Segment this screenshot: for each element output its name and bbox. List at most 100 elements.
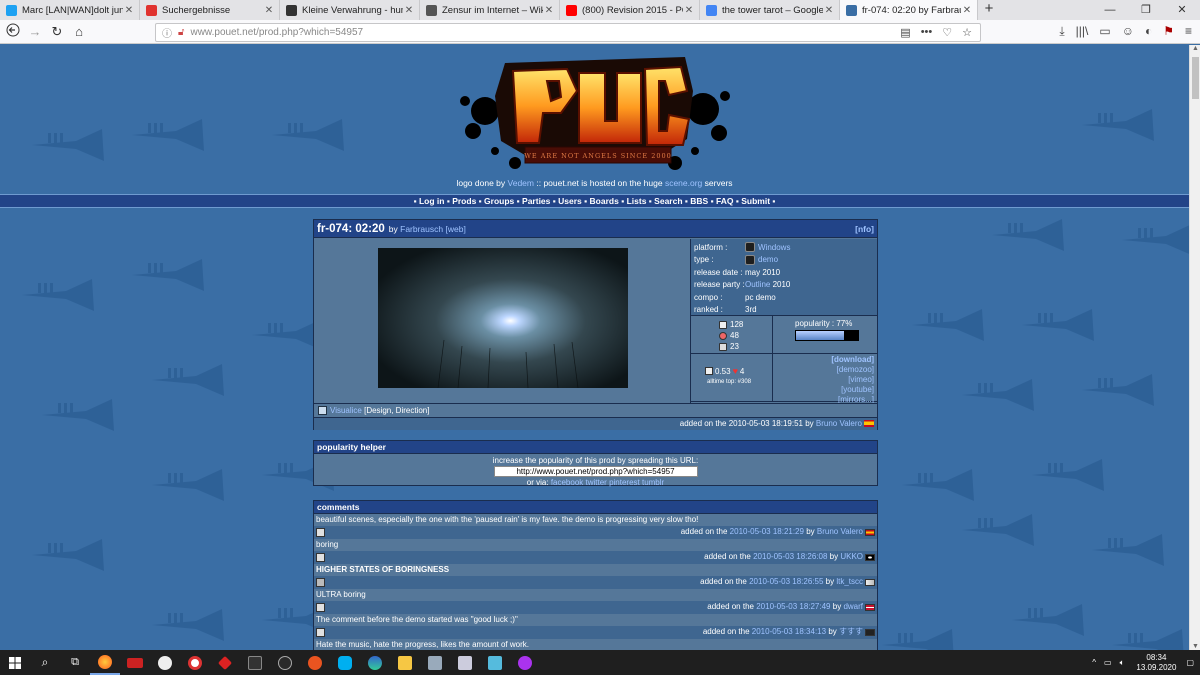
sidebar-icon[interactable]: ▭ [1099,24,1110,39]
app-icon-8[interactable] [420,650,450,675]
app-icon-5[interactable] [240,650,270,675]
notifications-icon[interactable]: ▢ [1186,658,1194,667]
minimize-button[interactable]: — [1092,0,1128,20]
browser-tab[interactable]: fr-074: 02:20 by Farbrausch :: pc✕ [840,0,978,20]
clock[interactable]: 08:34 13.09.2020 [1136,653,1176,673]
comment-user-link[interactable]: dwarf [843,602,863,611]
firefox-taskbar-icon[interactable] [90,650,120,675]
app-icon-7[interactable] [300,650,330,675]
menu-item[interactable]: Users [558,196,582,206]
comment-user-link[interactable]: UKKO [840,552,863,561]
app-icon-9[interactable] [450,650,480,675]
app-icon-1[interactable] [120,650,150,675]
page-scrollbar[interactable]: ▲ ▼ [1189,45,1200,650]
tab-close-icon[interactable]: ✕ [403,5,415,16]
address-bar[interactable]: ⓘ 🔓︎ www.pouet.net/prod.php?which=54957 … [155,23,981,42]
page-actions-button[interactable]: ••• [921,26,933,39]
app-icon-10[interactable] [480,650,510,675]
network-icon[interactable]: ▭ [1104,658,1112,667]
download-link[interactable]: [download] [831,355,874,364]
tab-close-icon[interactable]: ✕ [123,5,135,16]
menu-item[interactable]: Lists [627,196,647,206]
share-links[interactable]: facebook twitter pinterest tumblr [551,478,664,487]
home-icon[interactable]: ⌂ [68,24,90,39]
menu-icon[interactable]: ≡ [1185,24,1192,39]
host-link[interactable]: scene.org [665,178,702,188]
menu-item[interactable]: Groups [484,196,514,206]
menu-item[interactable]: Search [654,196,682,206]
mirror-link[interactable]: [vimeo] [848,375,874,384]
insecure-lock-icon[interactable]: 🔓︎ [178,27,184,38]
volume-icon[interactable]: 🔈︎ [1120,658,1125,668]
comment-date-link[interactable]: 2010-05-03 18:21:29 [730,527,804,536]
tray-overflow-icon[interactable]: ^ [1092,658,1096,667]
group-web-link[interactable]: [web] [446,224,466,234]
extension-icon[interactable]: ◐ [1145,24,1152,39]
prod-screenshot[interactable] [378,248,628,388]
pocket-icon[interactable]: ♡ [942,26,952,39]
new-tab-button[interactable]: + [978,0,1000,20]
reader-view-icon[interactable]: ▤ [900,26,910,39]
skype-icon[interactable] [330,650,360,675]
site-info-icon[interactable]: ⓘ [162,25,172,40]
comment-date-link[interactable]: 2010-05-03 18:26:08 [753,552,827,561]
comment-user-link[interactable]: すすす [839,627,863,636]
search-icon[interactable]: ⌕ [30,650,60,675]
pouet-logo[interactable]: WE ARE NOT ANGELS SINCE 2000 [455,51,733,177]
share-url-field[interactable]: http://www.pouet.net/prod.php?which=5495… [493,466,698,477]
bookmark-star-icon[interactable]: ☆ [962,26,972,39]
scroll-down-icon[interactable]: ▼ [1190,643,1200,650]
app-icon-3[interactable] [180,650,210,675]
app-icon-2[interactable] [150,650,180,675]
menu-item[interactable]: BBS [690,196,708,206]
app-icon-6[interactable] [270,650,300,675]
browser-tab[interactable]: the tower tarot – Google Suche✕ [700,0,840,20]
comment-user-link[interactable]: Bruno Valero [817,527,863,536]
library-icon[interactable]: |||\ [1076,24,1089,39]
mirror-link[interactable]: [demozoo] [837,365,874,374]
menu-item[interactable]: Prods [452,196,476,206]
menu-item[interactable]: Parties [522,196,550,206]
group-link[interactable]: Farbrausch [400,224,443,234]
maximize-button[interactable]: ❐ [1128,0,1164,20]
comment-date-link[interactable]: 2010-05-03 18:26:55 [749,577,823,586]
back-button[interactable] [2,23,24,40]
scroll-thumb[interactable] [1192,57,1199,99]
tab-close-icon[interactable]: ✕ [683,5,695,16]
downloads-icon[interactable]: ⤓ [1059,24,1064,39]
menu-item[interactable]: Boards [590,196,619,206]
browser-tab[interactable]: Kleine Verwahrung - humanrig✕ [280,0,420,20]
comment-date-link[interactable]: 2010-05-03 18:34:13 [752,627,826,636]
scroll-up-icon[interactable]: ▲ [1190,45,1200,52]
app-icon-4[interactable] [210,650,240,675]
close-window-button[interactable]: ✕ [1164,0,1200,20]
browser-tab[interactable]: (800) Revision 2015 - PC Demo✕ [560,0,700,20]
info-value[interactable]: demo [758,255,778,264]
browser-tab[interactable]: Suchergebnisse ✕ [140,0,280,20]
tab-close-icon[interactable]: ✕ [543,5,555,16]
tab-close-icon[interactable]: ✕ [961,5,973,16]
logo-author-link[interactable]: Vedem [508,178,534,188]
edge-icon[interactable] [360,650,390,675]
reload-icon[interactable]: ↻ [46,24,68,40]
added-user-link[interactable]: Bruno Valero [816,419,862,428]
task-view-icon[interactable]: ⧉ [60,650,90,675]
explorer-icon[interactable] [390,650,420,675]
menu-item[interactable]: Submit [741,196,770,206]
forward-button[interactable]: → [24,24,46,39]
ublock-icon[interactable]: ⚑ [1163,24,1174,39]
info-value[interactable]: Windows [758,243,790,252]
tab-close-icon[interactable]: ✕ [263,5,275,16]
tab-close-icon[interactable]: ✕ [823,5,835,16]
browser-tab[interactable]: Marc [LAN|WAN]dolt jun [لِـ✕ [0,0,140,20]
mirror-link[interactable]: [youtube] [841,385,874,394]
browser-tab[interactable]: Zensur im Internet – Wikipedia✕ [420,0,560,20]
account-icon[interactable]: ☺ [1122,24,1134,39]
comment-date-link[interactable]: 2010-05-03 18:27:49 [756,602,830,611]
start-button[interactable] [0,650,30,675]
menu-item[interactable]: Log in [419,196,445,206]
party-link[interactable]: Outline [745,280,770,289]
menu-item[interactable]: FAQ [716,196,733,206]
comment-user-link[interactable]: ltk_tscc [836,577,863,586]
nfo-link[interactable]: [nfo] [855,224,874,234]
